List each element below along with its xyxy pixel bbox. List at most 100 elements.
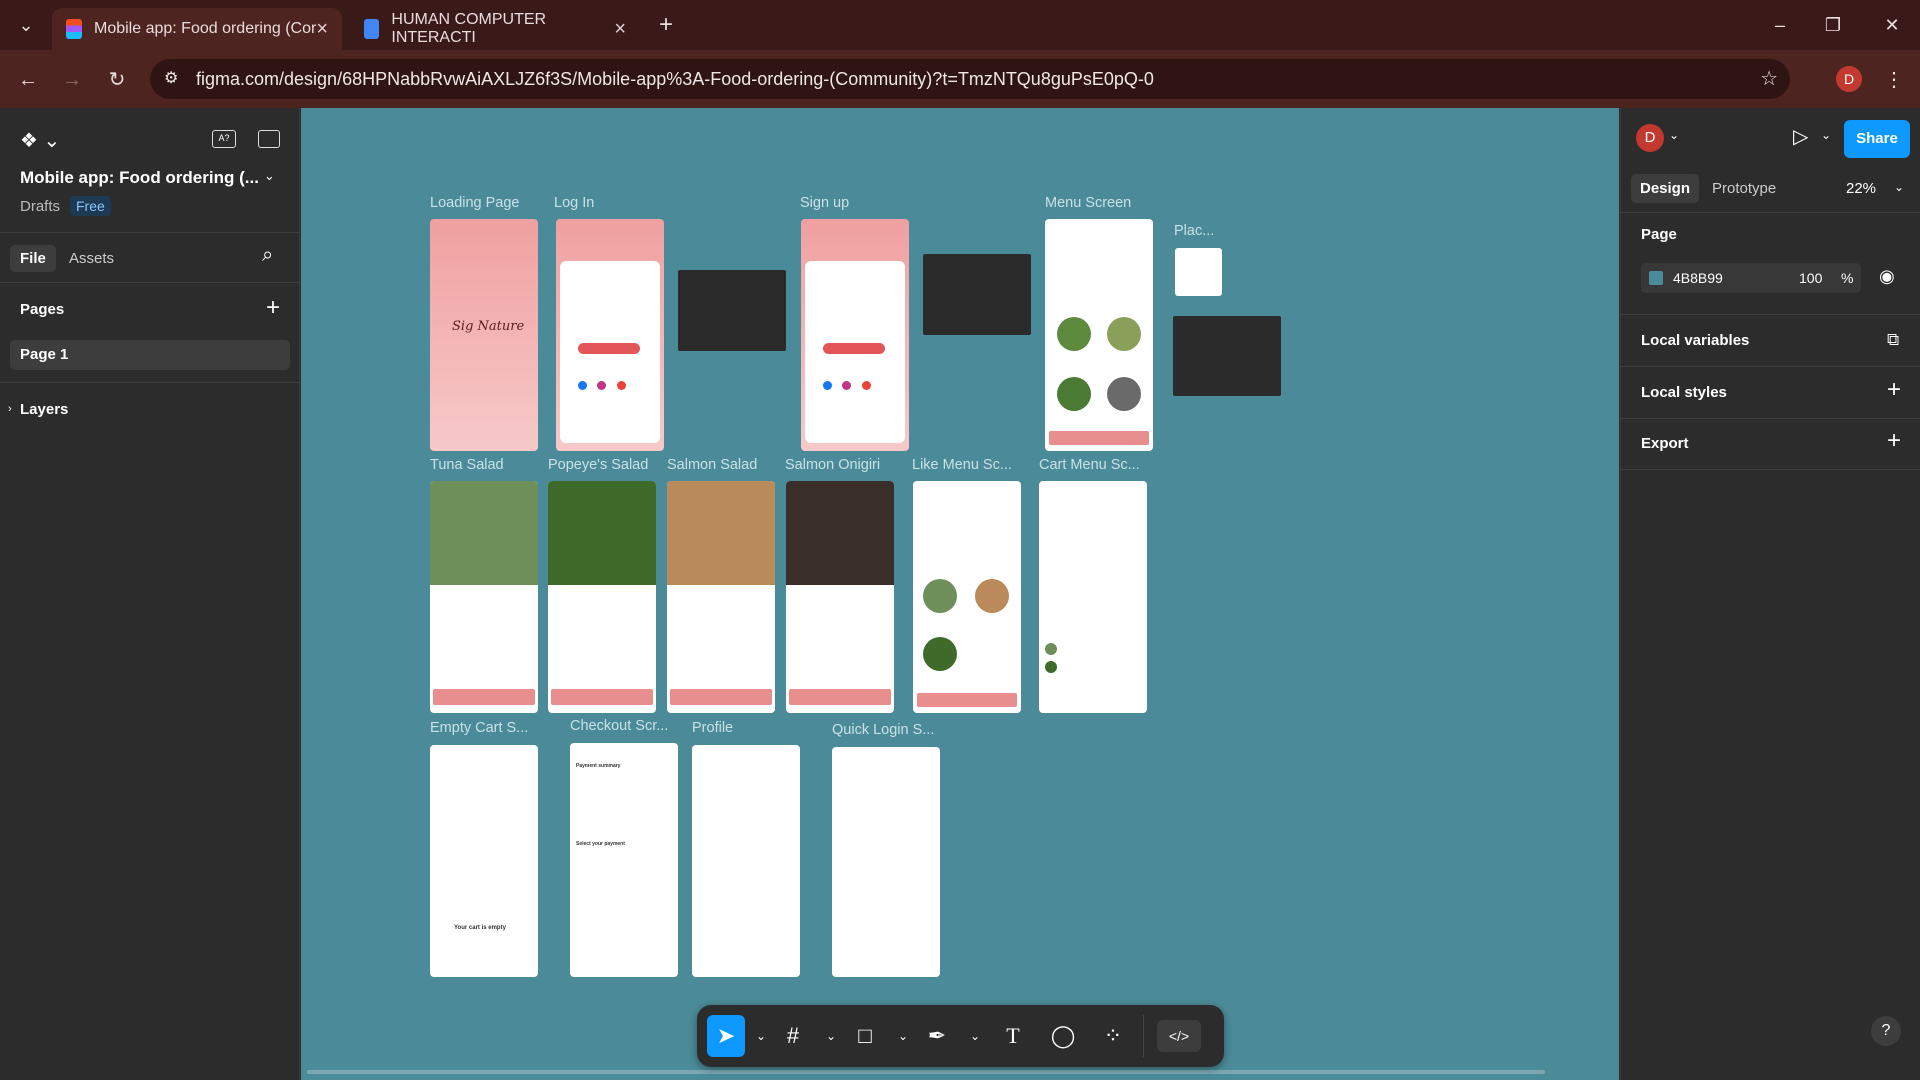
chevron-down-icon[interactable]: ⌄ (959, 1020, 991, 1052)
zoom-level[interactable]: 22% (1846, 180, 1876, 197)
frame-label[interactable]: Empty Cart S... (430, 720, 528, 736)
frame-salmon-onigiri[interactable] (786, 481, 894, 713)
frame-quick-login[interactable] (832, 747, 940, 977)
frame-profile[interactable] (692, 745, 800, 977)
frame-label[interactable]: Log In (554, 195, 594, 211)
help-button[interactable]: ? (1871, 1016, 1901, 1046)
chevron-right-icon[interactable]: › (8, 403, 12, 415)
chevron-down-icon[interactable]: ⌄ (1821, 128, 1831, 142)
tab-prototype[interactable]: Prototype (1712, 180, 1776, 197)
frame-loading-page[interactable]: Sig Nature (430, 219, 538, 451)
design-canvas[interactable]: Loading Page Log In Sign up Menu Screen … (301, 108, 1619, 1080)
visibility-eye-icon[interactable]: ◉ (1879, 266, 1895, 287)
chevron-down-icon[interactable]: ⌄ (1894, 180, 1904, 194)
address-bar[interactable]: ⚙ figma.com/design/68HPNabbRvwAiAXLJZ6f3… (150, 59, 1790, 99)
file-menu-chevron-icon[interactable]: ⌄ (264, 168, 275, 184)
variables-icon[interactable]: ⧉ (1887, 330, 1899, 350)
frame-sign-up[interactable] (801, 219, 909, 451)
chevron-down-icon[interactable]: ⌄ (745, 1020, 777, 1052)
frame-label[interactable]: Cart Menu Sc... (1039, 457, 1140, 473)
frame-label[interactable]: Tuna Salad (430, 457, 504, 473)
new-tab-button[interactable]: + (646, 10, 686, 40)
frame-tuna-salad[interactable] (430, 481, 538, 713)
frame-log-in[interactable] (556, 219, 664, 451)
close-tab-icon[interactable]: × (614, 18, 626, 41)
frame-label[interactable]: Like Menu Sc... (912, 457, 1012, 473)
frame-placeholder[interactable] (1175, 248, 1222, 296)
frame-label[interactable]: Loading Page (430, 195, 520, 211)
frame-cart-menu[interactable] (1039, 481, 1147, 713)
frame-label[interactable]: Checkout Scr... (570, 718, 668, 734)
rectangle-tool-icon[interactable]: □ (849, 1020, 881, 1052)
frame-checkout[interactable]: Payment summary Select your payment (570, 743, 678, 977)
tab-assets[interactable]: Assets (69, 250, 114, 267)
site-settings-icon[interactable]: ⚙ (164, 59, 178, 99)
sidebar-toggle-icon[interactable] (258, 130, 280, 148)
tab-design[interactable]: Design (1631, 174, 1700, 203)
frame-label[interactable]: Salmon Salad (667, 457, 757, 473)
salad-image (1057, 377, 1091, 411)
browser-menu-icon[interactable]: ⋮ (1880, 66, 1908, 94)
frame-label[interactable]: Sign up (800, 195, 849, 211)
close-window-icon[interactable]: ✕ (1872, 10, 1912, 40)
frame-label[interactable]: Quick Login S... (832, 722, 934, 738)
drafts-location[interactable]: Drafts (20, 198, 60, 215)
figma-menu-icon[interactable]: ❖ ⌄ (20, 128, 60, 153)
reload-icon[interactable]: ↻ (103, 66, 131, 94)
tab-docs[interactable]: HUMAN COMPUTER INTERACTI × (350, 8, 640, 50)
frame-keyboard[interactable] (678, 270, 786, 351)
color-swatch[interactable] (1649, 271, 1663, 285)
back-icon[interactable]: ← (14, 66, 42, 94)
frame-label[interactable]: Menu Screen (1045, 195, 1131, 211)
browser-tab-bar: ⌄ Mobile app: Food ordering (Cor × HUMAN… (0, 0, 1920, 50)
export[interactable]: Export (1641, 435, 1689, 452)
chevron-down-icon[interactable]: ⌄ (1669, 128, 1679, 142)
add-style-icon[interactable]: + (1887, 376, 1901, 404)
user-avatar[interactable]: D (1636, 124, 1664, 152)
restore-icon[interactable]: ❐ (1813, 10, 1853, 40)
bookmark-star-icon[interactable]: ☆ (1760, 59, 1778, 99)
frame-menu-screen[interactable] (1045, 219, 1153, 451)
dev-mode-icon[interactable]: </> (1157, 1020, 1201, 1052)
move-tool-icon[interactable]: ➤ (707, 1015, 745, 1057)
share-button[interactable]: Share (1844, 120, 1910, 158)
frame-keyboard[interactable] (1173, 316, 1281, 396)
frame-label[interactable]: Profile (692, 720, 733, 736)
frame-label[interactable]: Popeye's Salad (548, 457, 648, 473)
frame-popeyes-salad[interactable] (548, 481, 656, 713)
frame-label[interactable]: Salmon Onigiri (785, 457, 880, 473)
frame-label[interactable]: Plac... (1174, 223, 1214, 239)
layers-heading[interactable]: Layers (20, 401, 68, 418)
comment-tool-icon[interactable]: ◯ (1047, 1020, 1079, 1052)
actions-tool-icon[interactable]: ⁘ (1097, 1020, 1129, 1052)
pen-tool-icon[interactable]: ✒ (921, 1020, 953, 1052)
frame-salmon-salad[interactable] (667, 481, 775, 713)
forward-icon[interactable]: → (58, 66, 86, 94)
frame-empty-cart[interactable]: Your cart is empty (430, 745, 538, 977)
horizontal-scrollbar[interactable] (307, 1070, 1545, 1074)
local-styles[interactable]: Local styles (1641, 384, 1727, 401)
frame-like-menu[interactable] (913, 481, 1021, 713)
add-page-icon[interactable]: + (266, 294, 280, 322)
tab-figma[interactable]: Mobile app: Food ordering (Cor × (52, 8, 342, 50)
tab-search-chevron-icon[interactable]: ⌄ (6, 10, 46, 40)
page-color-field[interactable]: 4B8B99 100 % (1641, 263, 1861, 293)
chevron-down-icon[interactable]: ⌄ (887, 1020, 919, 1052)
frame-tool-icon[interactable]: # (777, 1020, 809, 1052)
frame-keyboard[interactable] (923, 254, 1031, 335)
present-play-icon[interactable]: ▷ (1793, 124, 1808, 149)
color-hex[interactable]: 4B8B99 (1673, 270, 1723, 286)
local-variables[interactable]: Local variables (1641, 332, 1749, 349)
close-tab-icon[interactable]: × (316, 18, 328, 41)
chevron-down-icon[interactable]: ⌄ (815, 1020, 847, 1052)
text-tool-icon[interactable]: T (997, 1020, 1029, 1052)
tab-file[interactable]: File (10, 245, 56, 272)
ai-icon[interactable]: A? (212, 130, 236, 148)
page-item-page-1[interactable]: Page 1 (10, 340, 290, 370)
minimize-icon[interactable]: – (1760, 10, 1800, 40)
search-icon[interactable]: ⌕ (262, 244, 273, 267)
profile-avatar[interactable]: D (1836, 66, 1862, 92)
color-opacity[interactable]: 100 (1799, 270, 1822, 286)
add-export-icon[interactable]: + (1887, 427, 1901, 455)
file-name[interactable]: Mobile app: Food ordering (... (20, 168, 259, 188)
